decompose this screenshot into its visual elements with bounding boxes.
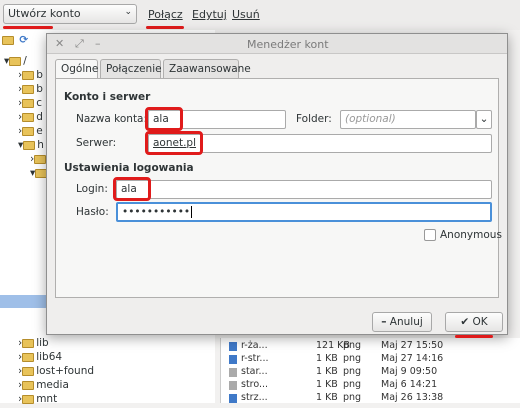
tree-item-lost-found[interactable]: › lost+found [18,365,94,380]
tree-item[interactable]: › d [18,111,43,126]
file-icon [229,381,237,390]
folder-icon [34,154,47,164]
folder-icon [22,126,35,136]
section-heading: Ustawienia logowania [64,162,194,174]
tab-general[interactable]: Ogólne [55,59,98,79]
minus-icon: – [381,316,387,328]
tree-item[interactable]: › b [18,69,43,84]
folder-icon [22,380,35,390]
tree-item-lib64[interactable]: › lib64 [18,351,62,366]
folder-select[interactable]: (optional) [340,110,476,129]
dialog-titlebar: ✕ ⤢ – Menedżer kont [47,34,507,54]
folder-icon [23,140,36,150]
tree-item-lib[interactable]: › lib [18,337,49,352]
folder-icon [22,366,35,376]
list-item[interactable]: r-str... 1 KB png Maj 27 14:16 [221,353,520,366]
account-manager-dialog: ✕ ⤢ – Menedżer kont Ogólne Połączenie Za… [46,33,508,338]
highlight-underline [146,26,184,29]
list-item[interactable]: star... 1 KB png Maj 9 09:50 [221,366,520,379]
cancel-button[interactable]: – Anuluj [372,312,432,332]
list-item[interactable]: r-ża... 121 KB png Maj 27 15:50 [221,340,520,353]
highlight-underline [455,335,493,338]
close-icon[interactable]: ✕ [55,37,64,50]
account-select-value: Utwórz konto [8,7,81,20]
account-name-label: Nazwa konta: [76,113,148,125]
folder-icon [22,112,35,122]
general-panel: Konto i serwer Nazwa konta: ala Folder: … [55,78,502,298]
highlight-box [145,131,203,155]
highlight-box [145,107,183,131]
folder-label: Folder: [296,113,332,125]
folder-icon [22,70,35,80]
image-file-icon [229,342,237,351]
password-label: Hasło: [76,206,109,218]
file-icon [229,368,237,377]
check-icon: ✔ [460,316,470,328]
highlight-underline [3,26,53,29]
delete-button[interactable]: Usuń [232,8,260,21]
login-label: Login: [76,183,108,195]
image-file-icon [229,394,237,403]
tree-item-root[interactable]: ▾ / [4,55,27,70]
password-field[interactable]: ••••••••••• [116,202,492,222]
section-heading: Konto i serwer [64,91,151,103]
folder-icon [22,352,35,362]
maximize-icon[interactable]: ⤢ [75,37,84,51]
account-select[interactable]: Utwórz konto ⌄ [3,4,137,24]
ok-button[interactable]: ✔ OK [445,312,503,332]
anonymous-checkbox[interactable] [424,229,436,241]
login-field[interactable]: ala [116,180,492,199]
anonymous-label: Anonymous [440,229,502,241]
server-label: Serwer: [76,137,117,149]
dialog-title: Menedżer kont [247,38,329,51]
tree-item[interactable]: › e [18,125,43,140]
new-folder-icon[interactable] [2,35,14,45]
highlight-box [113,177,151,201]
tree-item-mnt[interactable]: › mnt [18,393,57,408]
minimize-icon[interactable]: – [95,37,101,50]
folder-icon [22,98,35,108]
tree-item[interactable]: ▾ h [18,139,44,154]
refresh-icon[interactable]: ⟳ [19,34,28,46]
edit-button[interactable]: Edytuj [192,8,227,21]
tree-item[interactable]: › c [18,97,42,112]
image-file-icon [229,355,237,364]
chevron-down-icon[interactable]: ⌄ [476,110,492,129]
tree-item-media[interactable]: › media [18,379,69,394]
tab-advanced[interactable]: Zaawansowane [163,59,251,78]
folder-icon [22,394,35,404]
list-item[interactable]: strz... 1 KB png Maj 26 13:38 [221,392,520,405]
tree-item[interactable]: › b [18,83,43,98]
list-item[interactable]: stro... 1 KB png Maj 6 14:21 [221,379,520,392]
chevron-down-icon: ⌄ [124,7,132,17]
folder-icon [22,338,35,348]
folder-icon [22,84,35,94]
connect-button[interactable]: Połącz [148,8,183,21]
file-list: r-ża... 121 KB png Maj 27 15:50 r-str...… [220,338,520,403]
folder-icon [9,56,22,66]
tree-toolbar: ⟳ [2,34,28,49]
tab-connection[interactable]: Połączenie [100,59,162,78]
